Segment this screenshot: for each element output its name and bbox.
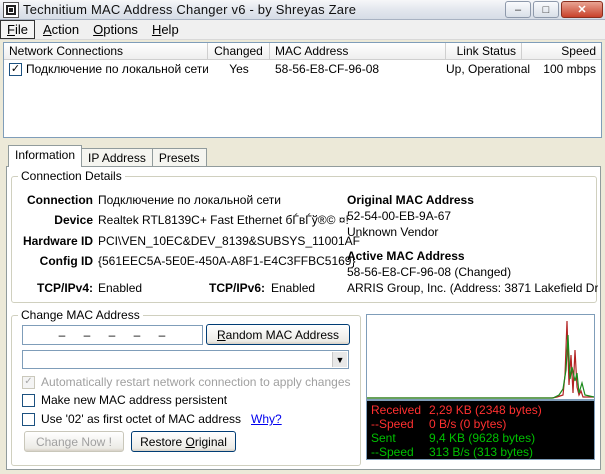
- column-changed[interactable]: Changed: [208, 43, 270, 59]
- tab-presets[interactable]: Presets: [151, 148, 207, 167]
- received-speed-row: --Speed 0 B/s (0 bytes): [371, 417, 506, 432]
- connection-label: Connection: [27, 193, 93, 207]
- restore-original-button[interactable]: Restore Original: [131, 431, 236, 452]
- menu-options[interactable]: Options: [87, 21, 144, 38]
- sent-series-line: [367, 334, 595, 399]
- table-row[interactable]: ✓ Подключение по локальной сети Yes 58-56…: [4, 60, 601, 78]
- menu-file[interactable]: File: [0, 20, 35, 39]
- tab-information[interactable]: Information: [8, 145, 83, 167]
- active-mac-value: 58-56-E8-CF-96-08 (Changed): [347, 265, 512, 279]
- received-speed-label: --Speed: [371, 417, 414, 431]
- network-connections-list[interactable]: Network Connections Changed MAC Address …: [3, 42, 602, 138]
- received-speed-value: 0 B/s (0 bytes): [429, 417, 507, 431]
- traffic-graph-svg: [367, 320, 595, 399]
- persistent-option[interactable]: Make new MAC address persistent: [22, 393, 227, 407]
- vendor-select[interactable]: ▼: [22, 350, 349, 369]
- change-now-button[interactable]: Change Now !: [24, 431, 124, 452]
- use02-option[interactable]: Use '02' as first octet of MAC address W…: [22, 412, 282, 426]
- original-vendor: Unknown Vendor: [347, 225, 439, 239]
- column-speed[interactable]: Speed: [522, 43, 601, 59]
- sent-speed-label: --Speed: [371, 445, 414, 459]
- change-mac-legend: Change MAC Address: [21, 308, 140, 322]
- device-value: Realtek RTL8139C+ Fast Ethernet бЃвЃў®© …: [98, 213, 349, 227]
- tab-ip-address[interactable]: IP Address: [81, 148, 153, 167]
- sent-value: 9,4 KB (9628 bytes): [429, 431, 536, 445]
- column-link-status[interactable]: Link Status: [446, 43, 522, 59]
- why-link[interactable]: Why?: [251, 412, 282, 426]
- traffic-stats: Received 2,29 KB (2348 bytes) --Speed 0 B/…: [366, 400, 595, 460]
- menu-action[interactable]: Action: [37, 21, 85, 38]
- original-mac-title: Original MAC Address: [347, 193, 474, 207]
- persistent-checkbox[interactable]: [22, 393, 35, 407]
- received-label: Received: [371, 403, 422, 417]
- hardware-id-value: PCI\VEN_10EC&DEV_8139&SUBSYS_11001AF: [98, 234, 360, 248]
- original-mac-value: 52-54-00-EB-9A-67: [347, 209, 452, 223]
- sent-speed-value: 313 B/s (313 bytes): [429, 445, 534, 459]
- active-vendor: ARRIS Group, Inc. (Address: 3871 Lakefie…: [347, 281, 598, 295]
- connection-value: Подключение по локальной сети: [98, 193, 281, 207]
- speed-cell: 100 mbps: [543, 62, 596, 76]
- config-id-value: {561EEC5A-5E0E-450A-A8F1-E4C3FFBC5169}: [98, 254, 356, 268]
- random-mac-button[interactable]: Random MAC Address: [206, 324, 350, 345]
- column-network-connections[interactable]: Network Connections: [4, 43, 208, 59]
- connection-name-cell: ✓ Подключение по локальной сети: [9, 61, 208, 77]
- auto-restart-option[interactable]: ✓ Automatically restart network connecti…: [22, 375, 351, 389]
- app-icon: [3, 1, 19, 18]
- tcpipv4-label: TCP/IPv4:: [36, 281, 93, 295]
- column-mac-address[interactable]: MAC Address: [270, 43, 446, 59]
- active-mac-title: Active MAC Address: [347, 249, 465, 263]
- window-controls: – □ ✕: [505, 1, 603, 18]
- received-value: 2,29 KB (2348 bytes): [429, 403, 542, 417]
- tab-strip: Information IP Address Presets: [8, 145, 207, 167]
- sent-speed-row: --Speed 313 B/s (313 bytes): [371, 445, 533, 460]
- config-id-label: Config ID: [39, 254, 93, 268]
- tcpipv4-value: Enabled: [98, 281, 143, 295]
- changed-cell: Yes: [229, 62, 249, 76]
- connection-checkbox[interactable]: ✓: [9, 63, 22, 77]
- window-title: Technitium MAC Address Changer v6 - by S…: [23, 2, 357, 17]
- tcpipv6-value: Enabled: [271, 281, 316, 295]
- auto-restart-checkbox[interactable]: ✓: [22, 375, 35, 389]
- chevron-down-icon[interactable]: ▼: [332, 352, 347, 367]
- received-row: Received 2,29 KB (2348 bytes): [371, 403, 542, 418]
- sent-label: Sent: [371, 431, 396, 445]
- minimize-button[interactable]: –: [505, 1, 531, 18]
- link-status-cell: Up, Operational: [446, 62, 531, 76]
- menu-help[interactable]: Help: [146, 21, 185, 38]
- device-label: Device: [54, 213, 93, 227]
- received-series-line: [367, 320, 594, 399]
- sent-row: Sent 9,4 KB (9628 bytes): [371, 431, 535, 446]
- title-bar: Technitium MAC Address Changer v6 - by S…: [0, 0, 605, 20]
- connection-details-legend: Connection Details: [21, 169, 122, 183]
- close-button[interactable]: ✕: [561, 1, 603, 18]
- maximize-button[interactable]: □: [533, 1, 559, 18]
- hardware-id-label: Hardware ID: [22, 234, 93, 248]
- use02-checkbox[interactable]: [22, 412, 35, 426]
- tcpipv6-label: TCP/IPv6:: [208, 281, 265, 295]
- list-header: Network Connections Changed MAC Address …: [4, 43, 601, 60]
- mac-address-input[interactable]: – – – – –: [22, 325, 203, 345]
- traffic-graph: [366, 314, 595, 400]
- mac-cell: 58-56-E8-CF-96-08: [275, 62, 380, 76]
- menu-bar: File Action Options Help: [0, 20, 605, 40]
